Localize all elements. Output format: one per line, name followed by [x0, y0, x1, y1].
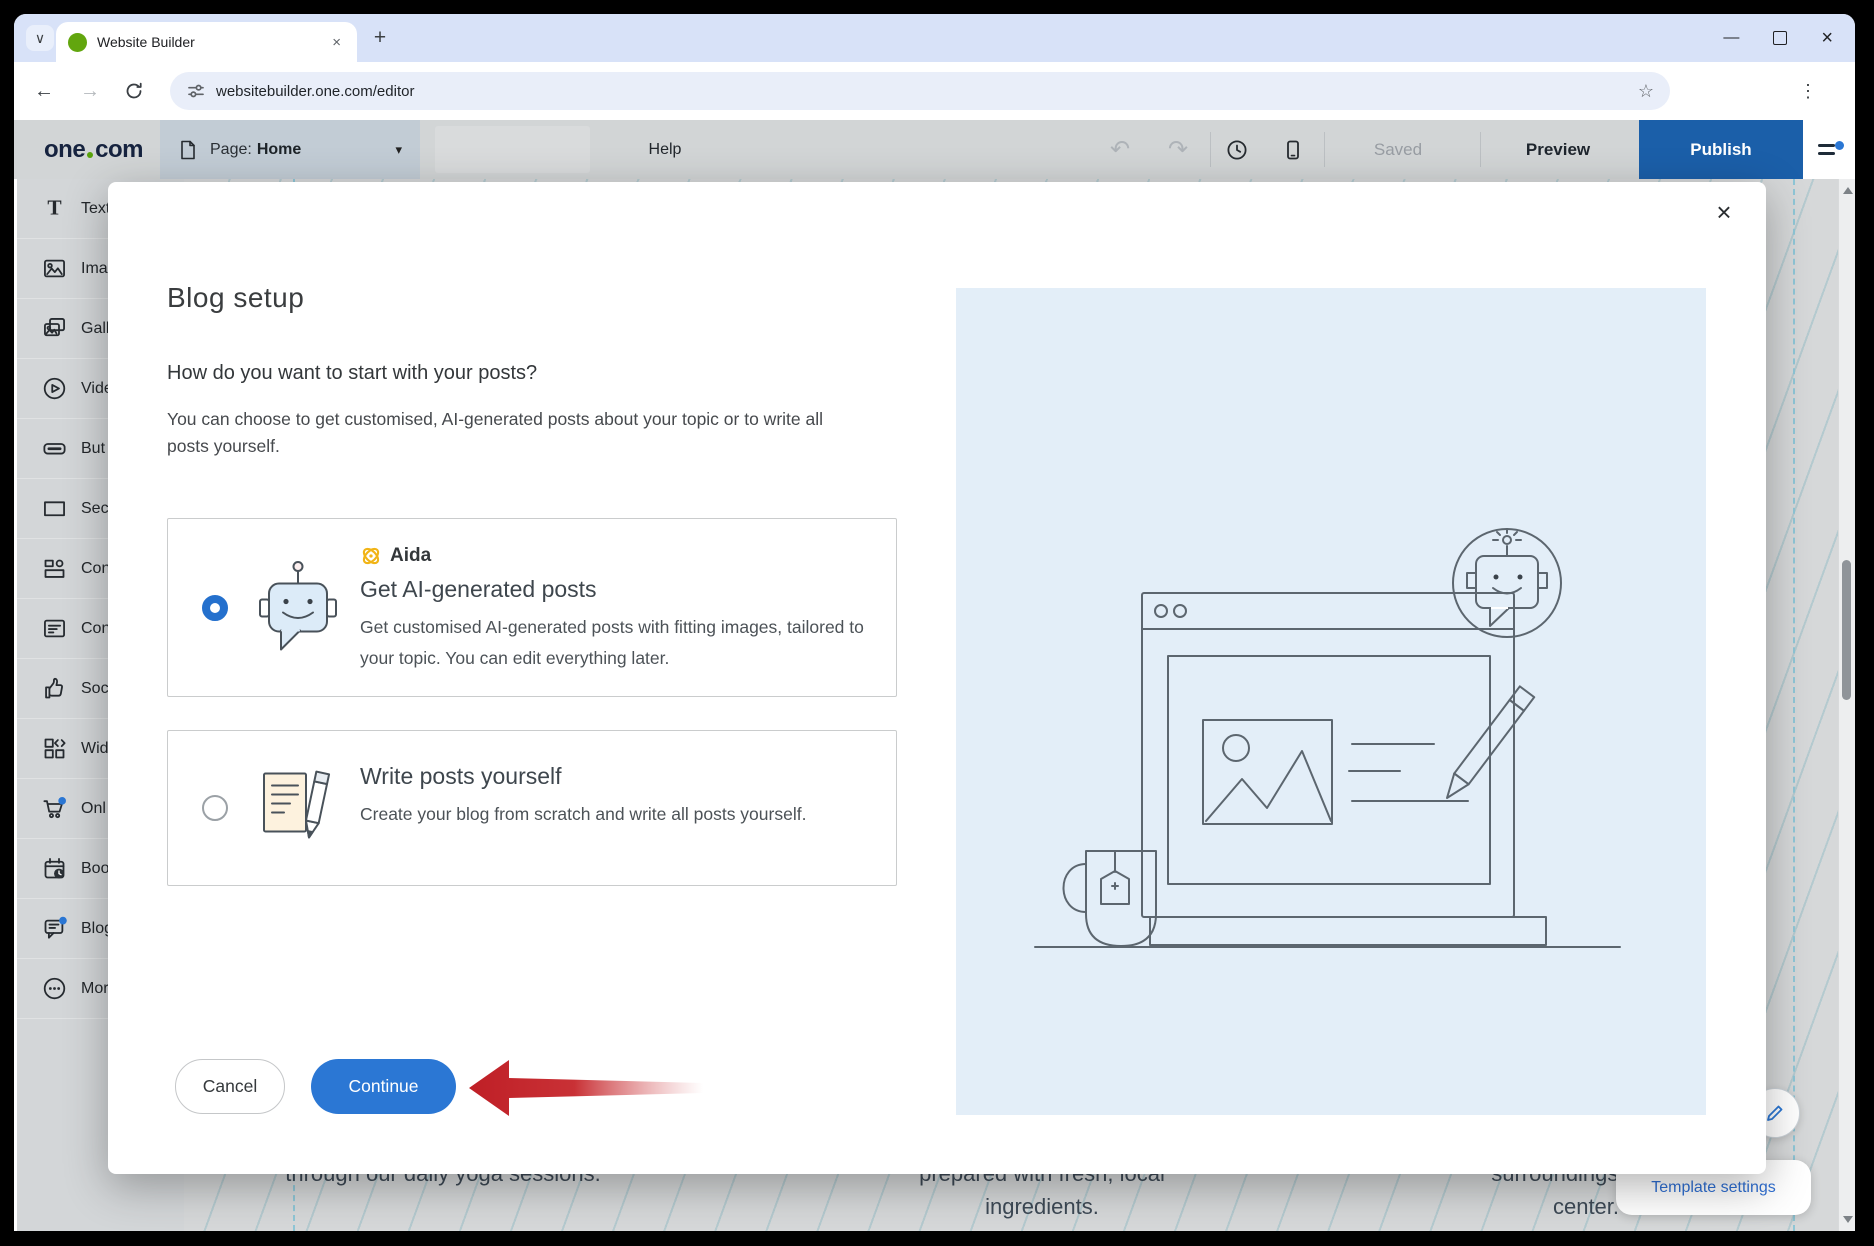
toolbar-divider [1480, 132, 1481, 167]
aida-name: Aida [390, 545, 431, 567]
blog-setup-modal: × Blog setup How do you want to start wi… [108, 182, 1766, 1174]
gallery-icon [41, 315, 68, 342]
option-body: Get customised AI-generated posts with f… [360, 612, 872, 674]
redo-button[interactable]: ↷ [1156, 120, 1200, 179]
aida-atom-icon [360, 545, 382, 567]
page-selector-dropdown[interactable]: Page: Home ▾ [160, 120, 420, 179]
guide-line [1793, 179, 1795, 1231]
blog-illustration [956, 288, 1706, 1115]
booking-calendar-icon [41, 855, 68, 882]
editor-toolbar: one com Page: Home ▾ Help ↶ ↷ Save [14, 120, 1855, 179]
undo-button[interactable]: ↶ [1098, 120, 1142, 179]
minimize-button[interactable]: — [1723, 30, 1739, 46]
browser-window: ∨ Website Builder × + — × ← → websiteb [14, 14, 1855, 1231]
reload-button[interactable] [116, 62, 152, 120]
history-clock-icon [1225, 138, 1249, 162]
radio-ai-generated[interactable] [202, 595, 228, 621]
widgets-icon [41, 735, 68, 762]
site-settings-icon [186, 81, 206, 101]
mobile-preview-button[interactable] [1271, 120, 1315, 179]
tab-favicon [68, 33, 87, 52]
image-icon [41, 255, 68, 282]
url-bar[interactable]: websitebuilder.one.com/editor ☆ [170, 72, 1670, 110]
continue-button[interactable]: Continue [311, 1059, 456, 1114]
chevron-down-icon: ∨ [35, 30, 45, 47]
modal-description: You can choose to get customised, AI-gen… [167, 406, 867, 460]
video-play-icon [41, 375, 68, 402]
editor-body: T Text Ima Gall Vide But Sec [14, 179, 1855, 1231]
modal-close-icon[interactable]: × [1706, 194, 1742, 230]
annotation-arrow [465, 1056, 715, 1120]
browser-nav-row: ← → websitebuilder.one.com/editor ☆ ⋮ [14, 62, 1855, 120]
tab-title: Website Builder [97, 34, 328, 50]
maximize-button[interactable] [1773, 31, 1787, 45]
tab-strip: ∨ Website Builder × + — × [14, 14, 1855, 62]
browser-tab[interactable]: Website Builder × [56, 22, 357, 62]
notification-dot [1835, 141, 1844, 150]
option-title: Write posts yourself [360, 763, 872, 790]
scroll-down-arrow[interactable] [1843, 1216, 1853, 1223]
option-body: Create your blog from scratch and write … [360, 799, 830, 830]
laptop-writing-illustration [1020, 520, 1640, 950]
modal-title: Blog setup [167, 282, 304, 314]
radio-write-yourself[interactable] [202, 795, 228, 821]
help-button[interactable]: Help [625, 120, 705, 179]
thumbs-up-icon [41, 675, 68, 702]
robot-icon [252, 557, 344, 658]
window-controls: — × [1723, 14, 1833, 62]
text-icon: T [41, 195, 68, 222]
option-ai-generated-posts[interactable]: Aida Get AI-generated posts Get customis… [167, 518, 897, 697]
option-title: Get AI-generated posts [360, 576, 872, 603]
logo-dot [87, 152, 93, 158]
shopping-cart-icon [41, 795, 68, 822]
reload-icon [124, 81, 144, 101]
toolbar-divider [1210, 132, 1211, 167]
blog-bubble-icon [41, 915, 68, 942]
close-window-button[interactable]: × [1821, 28, 1833, 48]
notepad-pencil-icon [252, 764, 332, 853]
redo-icon: ↷ [1168, 135, 1188, 164]
chevron-down-icon: ▾ [395, 142, 402, 158]
undo-icon: ↶ [1110, 135, 1130, 164]
toolbar-divider [1324, 132, 1325, 167]
history-button[interactable] [1215, 120, 1259, 179]
scroll-up-arrow[interactable] [1843, 187, 1853, 194]
page-icon [178, 139, 198, 161]
publish-button[interactable]: Publish [1639, 120, 1803, 179]
section-icon [41, 495, 68, 522]
save-status: Saved [1353, 120, 1443, 179]
preview-button[interactable]: Preview [1503, 120, 1613, 179]
mobile-icon [1281, 138, 1305, 162]
button-icon [41, 435, 68, 462]
cancel-button[interactable]: Cancel [175, 1059, 285, 1114]
hamburger-icon [1818, 143, 1840, 157]
components-icon [41, 555, 68, 582]
page-scrollbar[interactable] [1838, 179, 1855, 1231]
option-write-posts-yourself[interactable]: Write posts yourself Create your blog fr… [167, 730, 897, 886]
tab-close-icon[interactable]: × [328, 32, 345, 53]
toolbar-placeholder [435, 126, 590, 173]
modal-question: How do you want to start with your posts… [167, 362, 537, 385]
new-tab-button[interactable]: + [366, 24, 394, 52]
svg-text:T: T [47, 196, 61, 220]
aida-brand: Aida [360, 545, 872, 567]
scrollbar-thumb[interactable] [1842, 560, 1851, 700]
back-button[interactable]: ← [26, 62, 62, 120]
url-text[interactable]: websitebuilder.one.com/editor [216, 83, 1638, 100]
contact-form-icon [41, 615, 68, 642]
pencil-icon [1764, 1102, 1786, 1124]
tab-search-button[interactable]: ∨ [26, 25, 54, 51]
more-dots-icon [41, 975, 68, 1002]
editor-menu-button[interactable] [1803, 120, 1855, 179]
one-com-logo: one com [44, 120, 143, 179]
bookmark-star-icon[interactable]: ☆ [1638, 81, 1654, 102]
browser-menu-button[interactable]: ⋮ [1793, 62, 1823, 120]
forward-button[interactable]: → [72, 62, 108, 120]
